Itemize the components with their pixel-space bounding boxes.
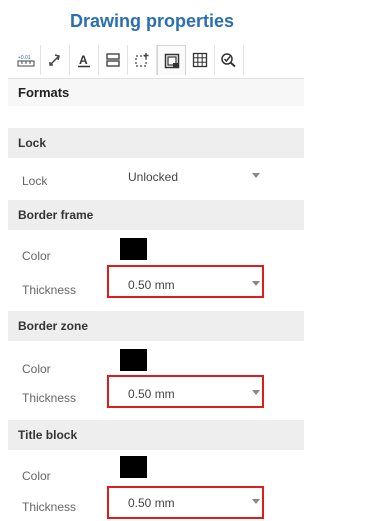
text-underline-icon[interactable]: A xyxy=(70,45,99,75)
title-block-color-label: Color xyxy=(22,469,51,483)
title-block-section-header: Title block xyxy=(8,420,304,450)
title-block-color-swatch[interactable] xyxy=(120,456,147,478)
check-tool-icon[interactable] xyxy=(215,45,244,75)
svg-text:A: A xyxy=(79,53,88,67)
chevron-down-icon xyxy=(252,173,260,178)
properties-toolbar: +0.01 A xyxy=(12,45,244,75)
title-block-thickness-select[interactable]: 0.50 mm xyxy=(118,490,270,516)
border-format-icon[interactable] xyxy=(157,45,186,75)
border-zone-color-swatch[interactable] xyxy=(120,349,147,371)
dimension-arrow-icon[interactable] xyxy=(41,45,70,75)
lock-section-header: Lock xyxy=(8,128,304,158)
border-zone-thickness-label: Thickness xyxy=(22,391,77,405)
drawing-properties-panel: Drawing properties +0.01 A Formats Lock … xyxy=(0,0,304,521)
border-frame-section-header: Border frame xyxy=(8,200,304,230)
datum-icon[interactable] xyxy=(128,45,157,75)
svg-text:+0.01: +0.01 xyxy=(18,55,31,61)
border-frame-color-label: Color xyxy=(22,249,51,263)
border-frame-thickness-label: Thickness xyxy=(22,283,77,297)
border-frame-thickness-value: 0.50 mm xyxy=(128,278,175,292)
grid-table-icon[interactable] xyxy=(186,45,215,75)
chevron-down-icon xyxy=(252,281,260,286)
layers-icon[interactable] xyxy=(99,45,128,75)
units-precision-icon[interactable]: +0.01 xyxy=(12,45,41,75)
lock-select[interactable]: Unlocked xyxy=(118,164,270,190)
border-frame-thickness-select[interactable]: 0.50 mm xyxy=(118,272,270,298)
chevron-down-icon xyxy=(252,499,260,504)
lock-label: Lock xyxy=(22,174,48,188)
border-zone-thickness-value: 0.50 mm xyxy=(128,387,175,401)
panel-title: Drawing properties xyxy=(69,10,235,31)
border-zone-thickness-select[interactable]: 0.50 mm xyxy=(118,381,270,407)
border-frame-color-swatch[interactable] xyxy=(120,238,147,260)
title-block-thickness-label: Thickness xyxy=(22,500,77,514)
chevron-down-icon xyxy=(252,390,260,395)
lock-select-value: Unlocked xyxy=(128,170,179,184)
border-zone-color-label: Color xyxy=(22,362,51,376)
formats-header: Formats xyxy=(8,78,304,106)
border-zone-section-header: Border zone xyxy=(8,311,304,341)
title-block-thickness-value: 0.50 mm xyxy=(128,496,175,510)
